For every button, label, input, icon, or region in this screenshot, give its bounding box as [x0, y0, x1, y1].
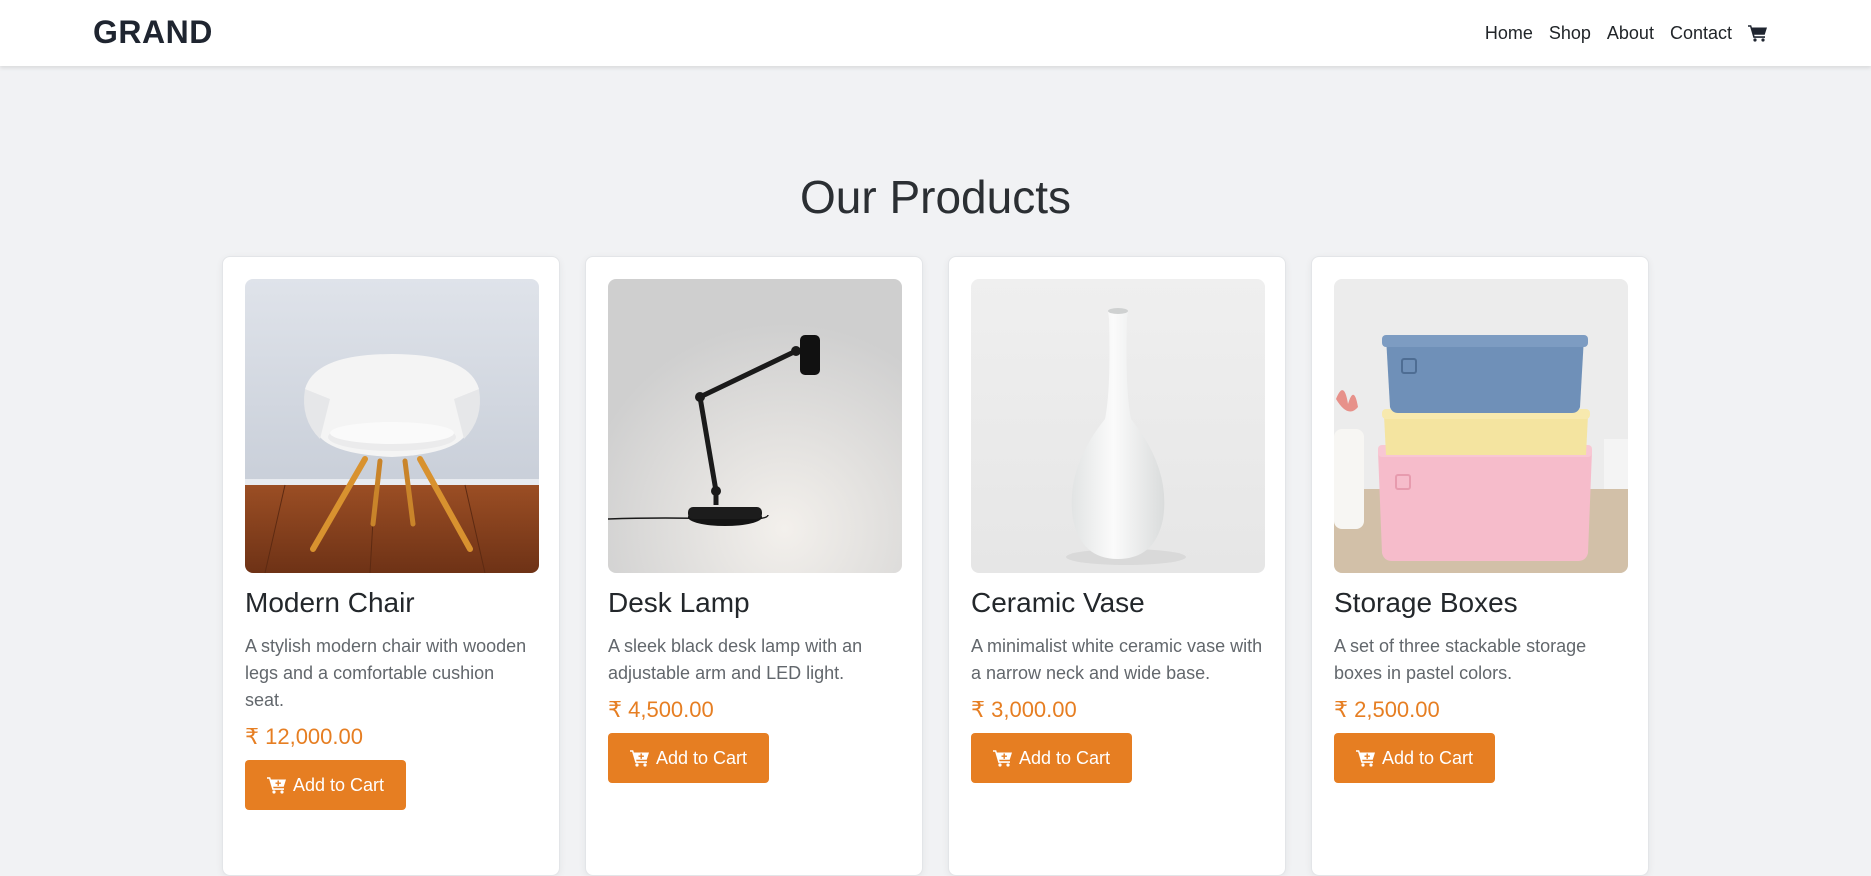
product-card: Ceramic Vase A minimalist white ceramic … [948, 256, 1286, 876]
product-price: ₹ 3,000.00 [971, 697, 1077, 722]
product-price: ₹ 2,500.00 [1334, 697, 1440, 722]
white-vase-photo [971, 279, 1265, 573]
product-price: ₹ 4,500.00 [608, 697, 714, 722]
add-to-cart-label: Add to Cart [293, 774, 385, 795]
product-price: ₹ 12,000.00 [245, 724, 363, 749]
product-title: Ceramic Vase [971, 587, 1145, 618]
product-grid: Modern Chair A stylish modern chair with… [222, 256, 1649, 876]
product-title: Modern Chair [245, 587, 415, 618]
add-to-cart-button[interactable]: Add to Cart [245, 760, 407, 810]
cart-plus-icon [1356, 750, 1375, 767]
add-to-cart-button[interactable]: Add to Cart [1334, 733, 1496, 783]
nav-link-shop[interactable]: Shop [1541, 23, 1599, 44]
product-description: A set of three stackable storage boxes i… [1334, 636, 1587, 683]
add-to-cart-label: Add to Cart [1019, 747, 1111, 768]
product-title: Desk Lamp [608, 587, 750, 618]
product-description: A sleek black desk lamp with an adjustab… [608, 636, 863, 683]
white-chair-photo [245, 279, 539, 573]
cart-plus-icon [630, 750, 649, 767]
shopping-cart-icon [1748, 25, 1767, 42]
nav-link-contact[interactable]: Contact [1662, 23, 1740, 44]
nav-link-about[interactable]: About [1599, 23, 1662, 44]
product-card: Storage Boxes A set of three stackable s… [1311, 256, 1649, 876]
add-to-cart-button[interactable]: Add to Cart [971, 733, 1133, 783]
nav-links: Home Shop About Contact [1477, 0, 1776, 66]
cart-plus-icon [993, 750, 1012, 767]
page-title: Our Products [800, 171, 1071, 223]
product-title: Storage Boxes [1334, 587, 1518, 618]
product-card: Modern Chair A stylish modern chair with… [222, 256, 560, 876]
navbar: GRAND Home Shop About Contact [0, 0, 1871, 66]
pastel-boxes-photo [1334, 279, 1628, 573]
add-to-cart-button[interactable]: Add to Cart [608, 733, 770, 783]
add-to-cart-label: Add to Cart [656, 747, 748, 768]
product-description: A stylish modern chair with wooden legs … [245, 636, 527, 710]
cart-button[interactable] [1740, 24, 1776, 42]
cart-plus-icon [267, 777, 286, 794]
brand-logo[interactable]: GRAND [93, 14, 213, 51]
black-desk-lamp-photo [608, 279, 902, 573]
product-description: A minimalist white ceramic vase with a n… [971, 636, 1263, 683]
add-to-cart-label: Add to Cart [1382, 747, 1474, 768]
product-card: Desk Lamp A sleek black desk lamp with a… [585, 256, 923, 876]
nav-link-home[interactable]: Home [1477, 23, 1541, 44]
